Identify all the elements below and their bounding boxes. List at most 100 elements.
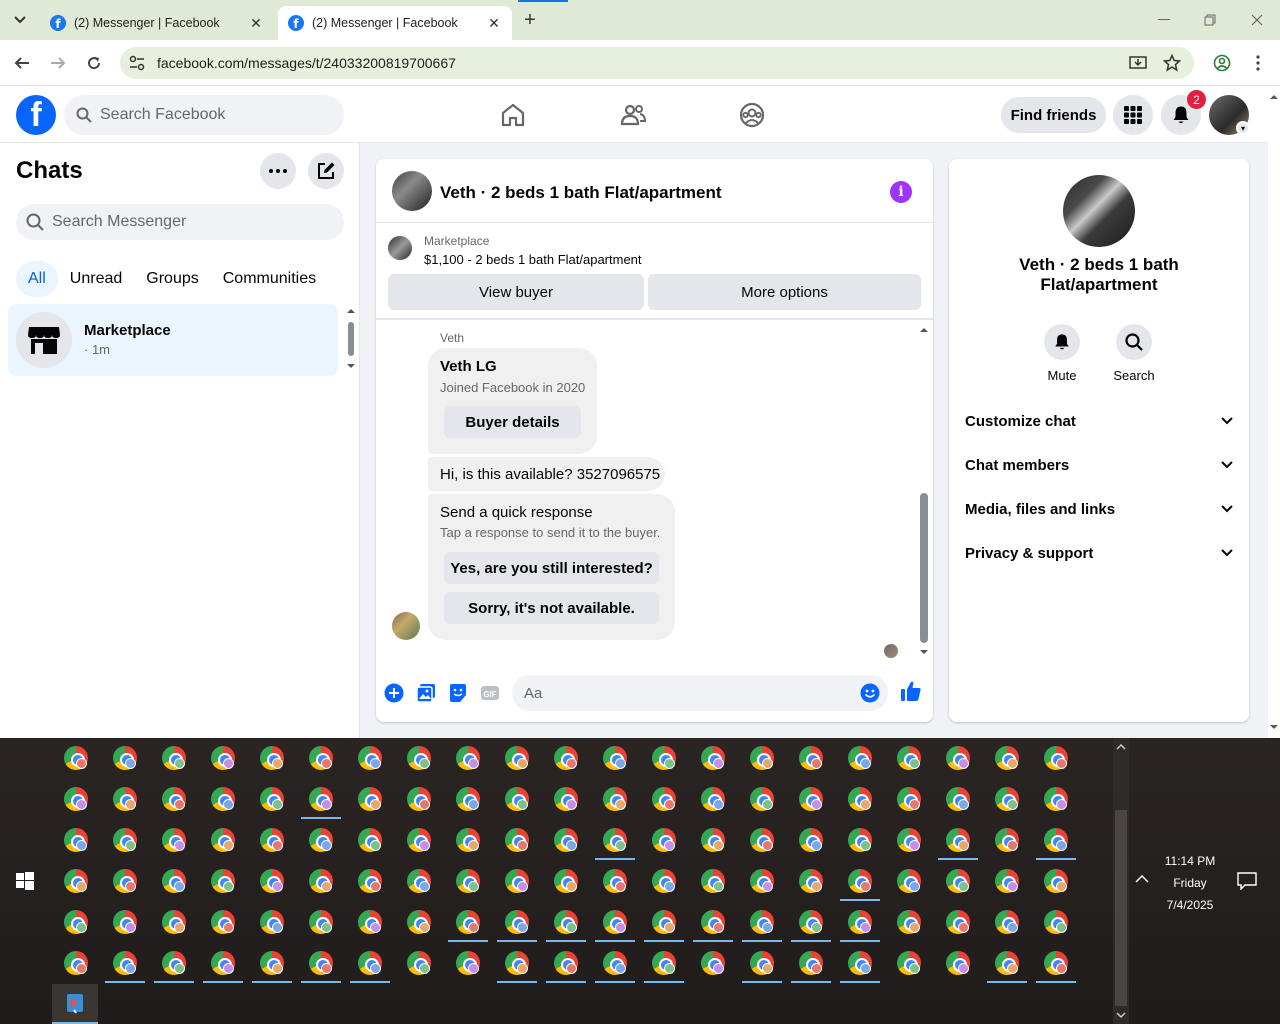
- friends-icon[interactable]: [619, 101, 647, 129]
- messages-scrollbar[interactable]: [917, 322, 931, 662]
- chat-members-row[interactable]: Chat members: [957, 443, 1241, 487]
- chrome-profile-icon[interactable]: [693, 943, 733, 983]
- chrome-profile-icon[interactable]: [350, 861, 390, 901]
- chrome-profile-icon[interactable]: [203, 902, 243, 942]
- chrome-profile-icon[interactable]: [840, 902, 880, 942]
- plus-circle-icon[interactable]: [384, 683, 404, 703]
- chrome-profile-icon[interactable]: [546, 902, 586, 942]
- chrome-profile-icon[interactable]: [987, 738, 1027, 778]
- account-chevron-icon[interactable]: ▾: [1236, 121, 1250, 135]
- chrome-profile-icon[interactable]: [350, 943, 390, 983]
- chrome-profile-icon[interactable]: [938, 943, 978, 983]
- chrome-profile-icon[interactable]: [595, 779, 635, 819]
- chrome-profile-icon[interactable]: [693, 738, 733, 778]
- chrome-profile-icon[interactable]: [399, 861, 439, 901]
- chrome-profile-icon[interactable]: [546, 943, 586, 983]
- messenger-search-input[interactable]: [52, 213, 322, 231]
- emoji-icon[interactable]: [860, 683, 880, 703]
- message-input-wrapper[interactable]: [512, 675, 888, 711]
- more-options-button[interactable]: More options: [648, 274, 921, 310]
- chrome-profile-icon[interactable]: [791, 779, 831, 819]
- chrome-profile-icon[interactable]: [1036, 738, 1076, 778]
- chrome-profile-icon[interactable]: [154, 779, 194, 819]
- address-bar[interactable]: facebook.com/messages/t/2403320081970066…: [120, 47, 1194, 79]
- chrome-profile-icon[interactable]: [399, 779, 439, 819]
- listing-title[interactable]: $1,100 - 2 beds 1 bath Flat/apartment: [424, 252, 642, 267]
- chrome-profile-icon[interactable]: [840, 861, 880, 901]
- chat-list-item[interactable]: Marketplace · 1m: [8, 304, 338, 376]
- browser-tab-2[interactable]: f (2) Messenger | Facebook ✕: [278, 6, 512, 40]
- chrome-profile-icon[interactable]: [105, 820, 145, 860]
- photo-icon[interactable]: [416, 683, 436, 703]
- chrome-profile-icon[interactable]: [693, 902, 733, 942]
- chrome-profile-icon[interactable]: [105, 943, 145, 983]
- chrome-profile-icon[interactable]: [154, 738, 194, 778]
- chrome-profile-icon[interactable]: [644, 902, 684, 942]
- chrome-profile-icon[interactable]: [105, 738, 145, 778]
- chrome-profile-icon[interactable]: [56, 943, 96, 983]
- chrome-profile-icon[interactable]: [301, 738, 341, 778]
- home-icon[interactable]: [499, 101, 527, 129]
- chrome-profile-icon[interactable]: [497, 738, 537, 778]
- chrome-profile-icon[interactable]: [791, 738, 831, 778]
- chrome-profile-icon[interactable]: [791, 902, 831, 942]
- find-friends-button[interactable]: Find friends: [1001, 97, 1106, 133]
- chrome-profile-icon[interactable]: [889, 902, 929, 942]
- chrome-profile-icon[interactable]: [497, 779, 537, 819]
- chrome-profile-icon[interactable]: [693, 861, 733, 901]
- groups-icon[interactable]: [738, 101, 766, 129]
- buyer-details-button[interactable]: Buyer details: [444, 406, 581, 438]
- chrome-profile-icon[interactable]: [742, 779, 782, 819]
- chrome-profile-icon[interactable]: [203, 943, 243, 983]
- chrome-profile-icon[interactable]: [154, 943, 194, 983]
- chrome-profile-icon[interactable]: [644, 738, 684, 778]
- sender-avatar[interactable]: [392, 612, 420, 640]
- quick-response-yes-button[interactable]: Yes, are you still interested?: [444, 552, 659, 584]
- filter-communities[interactable]: Communities: [211, 261, 328, 297]
- chrome-profile-icon[interactable]: [987, 820, 1027, 860]
- chrome-profile-icon[interactable]: [644, 943, 684, 983]
- messenger-search[interactable]: [16, 204, 344, 240]
- chrome-profile-icon[interactable]: [203, 861, 243, 901]
- chrome-profile-icon[interactable]: [252, 779, 292, 819]
- browser-tab-1[interactable]: f (2) Messenger | Facebook ✕: [40, 6, 274, 40]
- minimize-icon[interactable]: [1150, 8, 1178, 32]
- chrome-profile-icon[interactable]: [938, 861, 978, 901]
- new-message-button[interactable]: [308, 153, 344, 189]
- chrome-profile-icon[interactable]: [742, 820, 782, 860]
- windows-start-icon[interactable]: [16, 872, 34, 890]
- chrome-profile-icon[interactable]: [644, 779, 684, 819]
- chrome-profile-icon[interactable]: [791, 861, 831, 901]
- facebook-logo-icon[interactable]: f: [16, 95, 56, 135]
- chrome-profile-icon[interactable]: [987, 779, 1027, 819]
- profile-icon[interactable]: [1210, 51, 1234, 75]
- chrome-profile-icon[interactable]: [1036, 943, 1076, 983]
- chrome-profile-icon[interactable]: [448, 779, 488, 819]
- chrome-profile-icon[interactable]: [56, 861, 96, 901]
- chrome-profile-icon[interactable]: [497, 820, 537, 860]
- chrome-profile-icon[interactable]: [889, 820, 929, 860]
- chrome-profile-icon[interactable]: [595, 861, 635, 901]
- chrome-profile-icon[interactable]: [889, 943, 929, 983]
- facebook-search-input[interactable]: [100, 106, 320, 124]
- browser-menu-icon[interactable]: [1246, 51, 1270, 75]
- chrome-profile-icon[interactable]: [546, 861, 586, 901]
- chrome-profile-icon[interactable]: [399, 738, 439, 778]
- chrome-profile-icon[interactable]: [301, 861, 341, 901]
- reload-icon[interactable]: [82, 51, 106, 75]
- chrome-profile-icon[interactable]: [987, 902, 1027, 942]
- gif-icon[interactable]: GIF: [480, 683, 500, 703]
- chrome-profile-icon[interactable]: [742, 738, 782, 778]
- chrome-profile-icon[interactable]: [742, 861, 782, 901]
- tab-search-chevron-icon[interactable]: [8, 10, 32, 30]
- chrome-profile-icon[interactable]: [252, 820, 292, 860]
- restore-icon[interactable]: [1196, 8, 1224, 32]
- facebook-search[interactable]: [64, 95, 344, 135]
- chrome-profile-icon[interactable]: [840, 820, 880, 860]
- filter-unread[interactable]: Unread: [58, 261, 134, 297]
- chrome-profile-icon[interactable]: [546, 779, 586, 819]
- window-close-icon[interactable]: [1243, 8, 1271, 32]
- chrome-profile-icon[interactable]: [1036, 779, 1076, 819]
- chrome-profile-icon[interactable]: [1036, 820, 1076, 860]
- chrome-profile-icon[interactable]: [889, 779, 929, 819]
